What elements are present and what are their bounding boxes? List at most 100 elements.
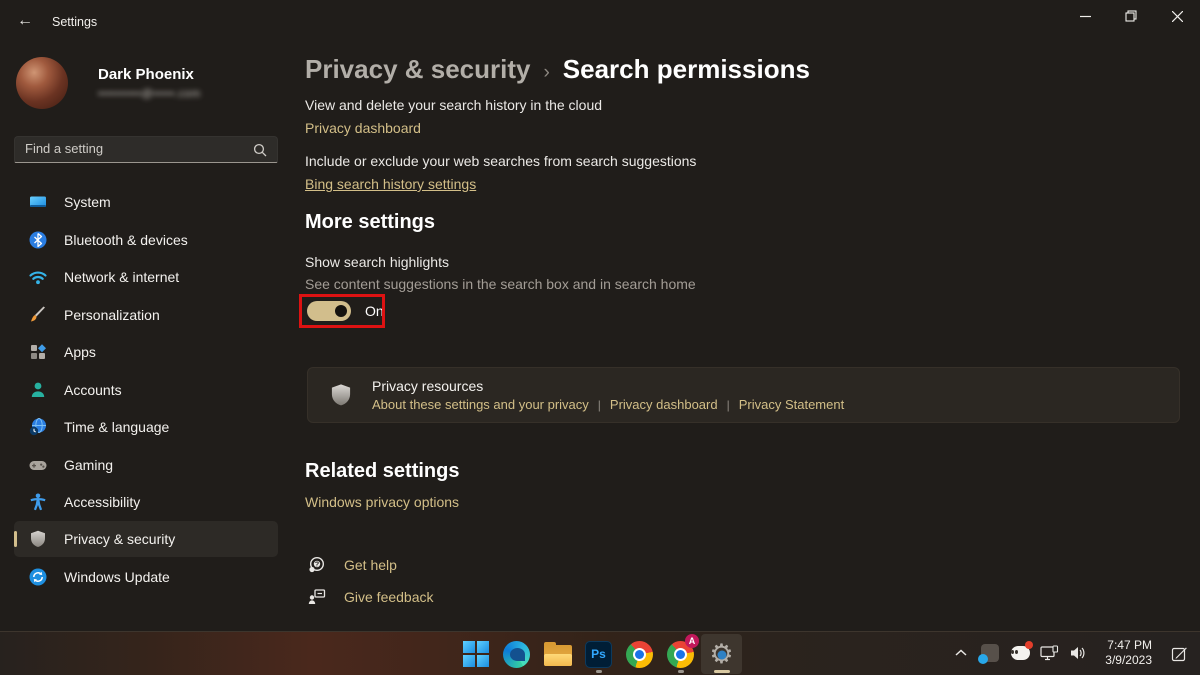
get-help-row[interactable]: ?? Get help [307,555,397,575]
sidebar-item-label: Windows Update [64,569,170,585]
breadcrumb-parent[interactable]: Privacy & security [305,54,530,85]
tray-app-icon [981,644,999,662]
chevron-up-icon [953,646,969,660]
discord-icon [1011,646,1030,660]
restore-icon [1125,10,1137,22]
avatar [16,57,68,109]
sidebar-item-privacy-security[interactable]: Privacy & security [14,521,278,557]
tray-volume[interactable] [1063,633,1093,673]
separator: | [727,398,730,412]
taskbar-file-explorer[interactable] [537,634,578,674]
tray-time: 7:47 PM [1105,638,1152,653]
web-search-text: Include or exclude your web searches fro… [305,153,696,169]
gear-icon: ⚙ [709,641,733,668]
toggle-track[interactable] [307,301,351,321]
taskbar-chrome[interactable] [619,634,660,674]
cloud-history-text: View and delete your search history in t… [305,97,602,113]
search-icon [253,143,267,157]
close-icon [1172,11,1183,22]
toggle-knob [335,305,347,317]
taskbar-settings[interactable]: ⚙ [701,634,742,674]
minimize-button[interactable] [1062,0,1108,32]
privacy-dashboard-link[interactable]: Privacy dashboard [305,120,421,136]
related-settings-heading: Related settings [305,460,459,483]
accessibility-icon [28,492,48,512]
settings-window: ← Settings Dark Phoenix ••••••••••@•••••… [0,0,1200,675]
tray-pen[interactable] [1162,633,1196,673]
profile-badge: A [685,634,699,648]
feedback-icon [307,587,327,607]
bluetooth-icon [28,230,48,250]
sidebar-item-network-internet[interactable]: Network & internet [14,259,278,295]
person-icon [28,380,48,400]
running-indicator [596,670,602,673]
about-settings-link[interactable]: About these settings and your privacy [372,397,589,412]
tray-network[interactable] [1035,633,1063,673]
page-title: Search permissions [563,54,810,85]
search-highlights-desc: See content suggestions in the search bo… [305,276,696,292]
active-indicator [714,670,730,673]
sidebar-item-windows-update[interactable]: Windows Update [14,559,278,595]
tray-date: 3/9/2023 [1105,653,1152,668]
privacy-statement-link[interactable]: Privacy Statement [739,397,845,412]
windows-privacy-options-link[interactable]: Windows privacy options [305,494,459,510]
chrome-icon [626,641,653,668]
search-box [14,136,278,163]
privacy-dashboard-link[interactable]: Privacy dashboard [610,397,718,412]
tray-clock[interactable]: 7:47 PM 3/9/2023 [1105,638,1152,668]
sidebar-item-accounts[interactable]: Accounts [14,372,278,408]
sidebar-item-label: Time & language [64,419,169,435]
taskbar-edge[interactable] [496,634,537,674]
close-button[interactable] [1154,0,1200,32]
window-title: Settings [52,15,97,29]
windows-logo-icon [463,641,489,667]
update-icon [28,567,48,587]
get-help-icon: ?? [307,555,327,575]
restore-button[interactable] [1108,0,1154,32]
give-feedback-row[interactable]: Give feedback [307,587,434,607]
taskbar: Ps A ⚙ [0,631,1200,675]
back-arrow-icon: ← [17,12,33,30]
back-button[interactable]: ← [12,10,38,32]
sidebar-item-time-language[interactable]: Time & language [14,409,278,445]
search-input[interactable] [15,141,253,158]
sidebar-item-gaming[interactable]: Gaming [14,447,278,483]
search-highlights-toggle[interactable]: On [307,301,384,321]
running-indicator [678,670,684,673]
sidebar-item-label: Gaming [64,457,113,473]
sidebar-item-label: System [64,194,111,210]
tray-discord[interactable] [1005,633,1035,673]
taskbar-photoshop[interactable]: Ps [578,634,619,674]
sidebar-item-bluetooth-devices[interactable]: Bluetooth & devices [14,222,278,258]
sidebar-item-label: Privacy & security [64,531,175,547]
sidebar-item-system[interactable]: System [14,184,278,220]
user-profile[interactable]: Dark Phoenix ••••••••••@•••••.com [16,54,278,112]
sidebar-item-label: Personalization [64,307,160,323]
sidebar-item-personalization[interactable]: Personalization [14,297,278,333]
sidebar-item-label: Bluetooth & devices [64,232,188,248]
folder-icon [544,645,572,666]
start-button[interactable] [455,634,496,674]
privacy-resources-title: Privacy resources [372,378,844,394]
sidebar-item-apps[interactable]: Apps [14,334,278,370]
gamepad-icon [28,455,48,475]
chevron-right-icon: › [543,62,549,84]
selection-accent [14,531,17,547]
sidebar-item-accessibility[interactable]: Accessibility [14,484,278,520]
get-help-label: Get help [344,557,397,573]
user-name: Dark Phoenix [98,66,194,83]
taskbar-chrome-profile[interactable]: A [660,634,701,674]
tray-app[interactable] [975,633,1005,673]
tray-chevron-up[interactable] [947,633,975,673]
shield-icon [328,382,354,408]
minimize-icon [1080,11,1091,22]
sidebar-item-label: Accessibility [64,494,140,510]
separator: | [598,398,601,412]
photoshop-icon: Ps [585,641,612,668]
breadcrumb: Privacy & security › Search permissions [305,54,810,85]
network-display-icon [1040,645,1059,662]
edge-icon [503,641,530,668]
bing-history-link[interactable]: Bing search history settings [305,176,476,192]
sidebar-item-label: Network & internet [64,269,179,285]
sidebar-item-label: Accounts [64,382,122,398]
